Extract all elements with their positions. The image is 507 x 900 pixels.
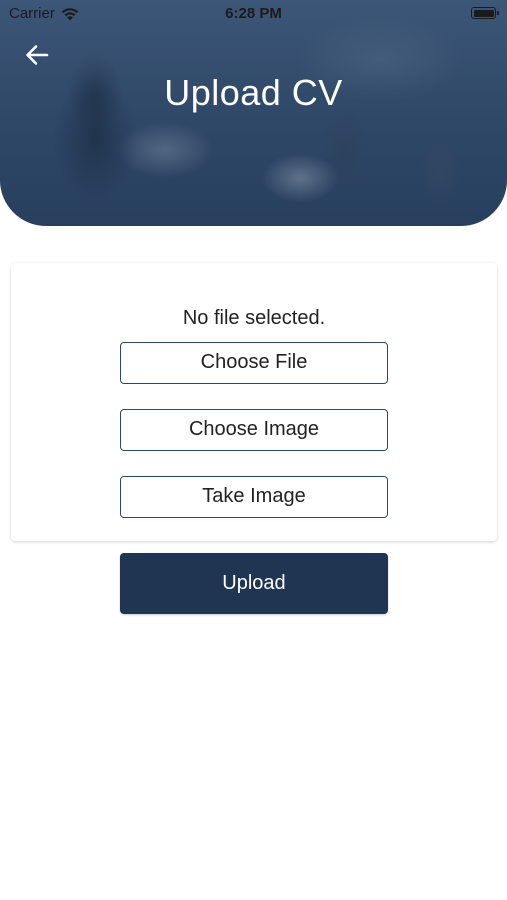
choose-file-button[interactable]: Choose File [120,342,388,384]
file-status-text: No file selected. [182,307,326,329]
back-button[interactable] [20,40,54,70]
page-title: Upload CV [164,72,343,113]
choose-image-button[interactable]: Choose Image [120,409,388,451]
status-bar: Carrier 6:28 PM [0,0,507,28]
upload-cv-screen: Carrier 6:28 PM Upload CV No file select… [0,0,507,900]
take-image-button[interactable]: Take Image [120,476,388,518]
upload-button[interactable]: Upload [120,553,388,614]
battery-icon [471,7,499,19]
arrow-left-icon [26,45,49,65]
status-time: 6:28 PM [225,5,282,22]
upload-card: No file selected. Choose File Choose Ima… [11,263,497,541]
